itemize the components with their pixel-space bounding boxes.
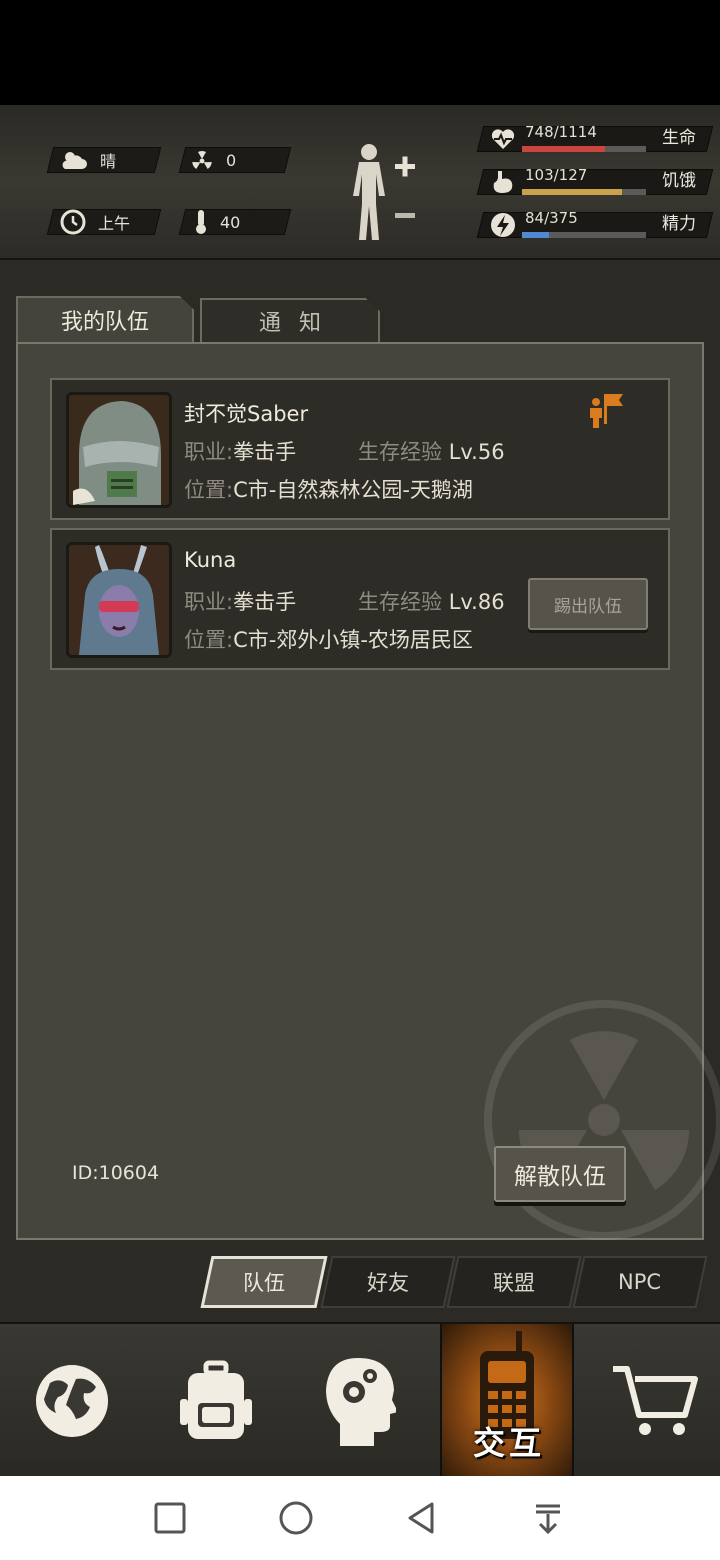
heart-pulse-icon <box>491 129 515 149</box>
vital-bar <box>522 146 646 152</box>
vital-stat-row[interactable]: 84/375 精力 <box>476 208 714 242</box>
member-name: Kuna <box>184 548 237 572</box>
helmet-avatar-icon <box>69 395 169 505</box>
back-icon[interactable] <box>402 1498 442 1538</box>
globe-icon <box>36 1365 108 1437</box>
clock-icon <box>60 209 86 235</box>
cloud-sun-icon <box>62 152 87 169</box>
vital-stat-row[interactable]: 103/127 饥饿 <box>476 165 714 199</box>
status-bar <box>0 0 720 105</box>
disband-team-button[interactable]: 解散队伍 <box>494 1146 626 1202</box>
avatar <box>66 542 172 658</box>
member-job: 职业:拳击手 <box>184 440 297 464</box>
head-gear-icon <box>326 1358 396 1446</box>
home-icon[interactable] <box>276 1498 316 1538</box>
stomach-icon <box>493 171 513 193</box>
member-name: 封不觉Saber <box>184 402 309 426</box>
vital-label: 精力 <box>662 214 696 234</box>
subtab-npc[interactable]: NPC <box>572 1256 708 1308</box>
subtab-friends[interactable]: 好友 <box>320 1256 456 1308</box>
avatar <box>66 392 172 508</box>
notification-pull-icon[interactable] <box>528 1498 568 1538</box>
nav-interact-label: 交互 <box>472 1424 545 1462</box>
bottom-nav: 交互 <box>0 1322 720 1478</box>
temperature-value: 40 <box>220 212 241 232</box>
backpack-icon <box>180 1360 252 1439</box>
subtab-team[interactable]: 队伍 <box>200 1256 328 1308</box>
tab-my-team-label: 我的队伍 <box>60 310 149 335</box>
vital-stat-row[interactable]: 748/1114 生命 <box>476 122 714 156</box>
body-status-figure[interactable] <box>345 140 425 245</box>
nav-backpack[interactable] <box>152 1324 280 1478</box>
vital-bar-fill <box>522 146 606 152</box>
vital-value: 748/1114 <box>525 123 597 141</box>
vital-bar-fill <box>522 189 623 195</box>
player-id: ID:10604 <box>72 1162 160 1184</box>
radiation-value: 0 <box>226 150 237 170</box>
leader-flag-icon <box>590 394 623 428</box>
system-nav-bar <box>0 1476 720 1560</box>
subtab-alliance[interactable]: 联盟 <box>446 1256 582 1308</box>
member-job: 职业:拳击手 <box>184 590 297 614</box>
member-level: 生存经验 Lv.86 <box>358 590 505 614</box>
social-tab-bar: 队伍 好友 联盟 NPC <box>0 1250 720 1312</box>
kick-member-button[interactable]: 踢出队伍 <box>528 578 648 630</box>
radiation-icon <box>192 151 212 169</box>
temperature-indicator[interactable]: 40 <box>194 209 240 235</box>
vital-label: 饥饿 <box>662 171 696 191</box>
vital-label: 生命 <box>662 128 696 148</box>
tab-notice-label: 通知 <box>258 311 339 336</box>
energy-bolt-icon <box>491 213 515 237</box>
vital-bar-fill <box>522 232 550 238</box>
tab-my-team[interactable]: 我的队伍 <box>16 296 194 342</box>
vital-bar <box>522 232 646 238</box>
member-location: 位置:C市-郊外小镇-农场居民区 <box>184 628 473 652</box>
member-location: 位置:C市-自然森林公园-天鹅湖 <box>184 478 473 502</box>
nav-interact[interactable]: 交互 <box>440 1324 574 1478</box>
recent-apps-icon[interactable] <box>150 1498 190 1538</box>
time-text: 上午 <box>98 214 131 233</box>
nav-map[interactable] <box>8 1324 136 1478</box>
bunny-girl-avatar-icon <box>69 545 169 655</box>
team-member-card[interactable]: 封不觉Saber 职业:拳击手 生存经验 Lv.56 位置:C市-自然森林公园-… <box>50 378 670 520</box>
weather-text: 晴 <box>100 152 117 171</box>
member-level: 生存经验 Lv.56 <box>358 440 505 464</box>
shopping-cart-icon <box>613 1366 698 1435</box>
thermometer-icon <box>196 210 206 234</box>
nav-shop[interactable] <box>590 1324 718 1478</box>
tab-notice[interactable]: 通知 <box>200 298 380 342</box>
vital-value: 103/127 <box>525 166 588 184</box>
team-member-card[interactable]: Kuna 职业:拳击手 生存经验 Lv.86 位置:C市-郊外小镇-农场居民区 … <box>50 528 670 670</box>
vital-value: 84/375 <box>525 209 578 227</box>
weather-indicator[interactable]: 晴 <box>60 147 116 173</box>
radiation-watermark-icon <box>484 1000 720 1240</box>
radiation-indicator[interactable]: 0 <box>190 147 236 173</box>
vital-bar <box>522 189 646 195</box>
nav-skills[interactable] <box>296 1324 424 1478</box>
time-indicator[interactable]: 上午 <box>60 209 130 235</box>
